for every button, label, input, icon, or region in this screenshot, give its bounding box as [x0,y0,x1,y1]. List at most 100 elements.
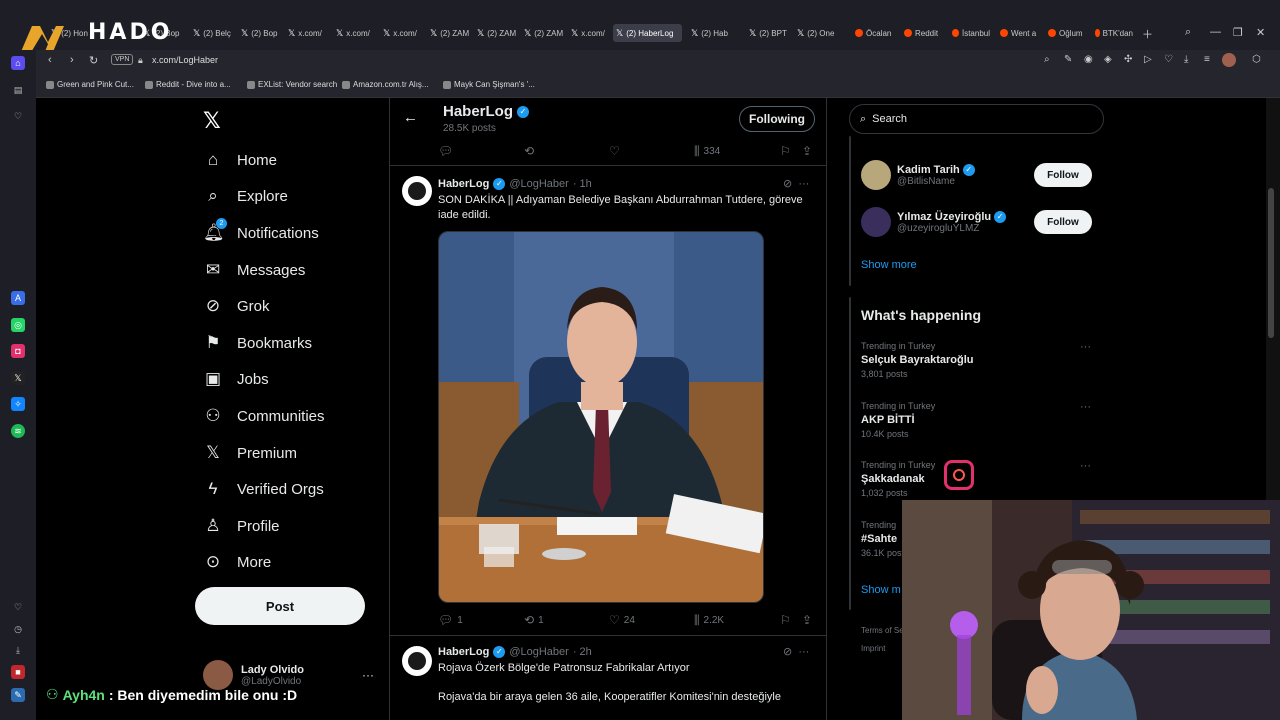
browser-tab[interactable]: 𝕏x.com/ [380,24,424,42]
tweet-handle[interactable]: @LogHaber [509,646,568,658]
nav-item-grok[interactable]: ⊘ Grok [203,293,270,319]
trend-item[interactable]: Trending in Turkey AKP BİTTİ 10.4K posts ··… [861,401,1091,439]
share-icon[interactable]: ⇪ [802,144,812,158]
tweet-time[interactable]: · 1h [573,178,592,190]
browser-tab[interactable]: 𝕏 (2) BPT [746,24,788,42]
shield-sidebar-icon[interactable]: ♡ [11,109,25,123]
edit-icon[interactable]: ✎ [1064,54,1072,65]
shield-icon[interactable]: ◈ [1104,54,1112,65]
restore-icon[interactable]: ❐ [1233,26,1243,39]
suggested-account[interactable]: Kadim Tarih ✓ @BitlisName [861,160,975,190]
reply-button[interactable]: 💬︎ 1 [438,613,463,627]
browser-tab[interactable]: 𝕏x.com/ [285,24,329,42]
tweet-author[interactable]: HaberLog [438,178,489,190]
settings-icon[interactable]: ⬡ [1252,54,1261,65]
browser-tab[interactable]: 𝕏 (2) Belç [190,24,234,42]
new-tab-icon[interactable]: ＋ [1142,26,1153,42]
footer-terms-link[interactable]: Terms of Se [861,626,904,635]
play-icon[interactable]: ▷ [1144,54,1152,65]
nav-item-communities[interactable]: ⚇ Communities [203,403,324,429]
app-sidebar-icon[interactable]: A [11,291,25,305]
browser-tab[interactable]: İstanbul [949,24,993,42]
trend-item[interactable]: Trending in Turkey Şakkadanak 1,032 posts ·… [861,460,1091,498]
bookmark-item[interactable]: Amazon.com.tr Alış... [342,80,429,89]
bluesky-sidebar-icon[interactable]: ✧ [11,397,25,411]
bookmark-icon[interactable]: ⚐ [780,613,791,627]
repost-button[interactable]: ⟲ 1 [524,613,544,627]
nav-item-verified-orgs[interactable]: ϟ Verified Orgs [203,476,324,502]
favorites-sidebar-icon[interactable]: ♡ [11,600,25,614]
x-logo-icon[interactable]: 𝕏 [203,108,221,134]
nav-item-jobs[interactable]: ▣ Jobs [203,366,269,392]
extensions-icon[interactable]: ✣ [1124,54,1132,65]
nav-item-premium[interactable]: 𝕏 Premium [203,440,297,466]
post-button[interactable]: Post [195,587,365,625]
nav-item-more[interactable]: ⊙ More [203,549,271,575]
pen-sidebar-icon[interactable]: ✎ [11,688,25,702]
nav-item-bookmarks[interactable]: ⚑ Bookmarks [203,330,312,356]
browser-tab[interactable]: 𝕏 (2) Bop [238,24,282,42]
nav-item-explore[interactable]: ⌕ Explore [203,183,288,209]
tweet-avatar[interactable] [402,646,432,676]
footer-imprint-link[interactable]: Imprint [861,644,885,653]
browser-tab[interactable]: BTK'dan [1092,24,1136,42]
browser-tab[interactable]: 𝕏 (2) HaberLog [613,24,682,42]
search-tabs-icon[interactable]: ⌕ [1185,26,1191,39]
trend-more-icon[interactable]: ··· [1080,341,1091,353]
avatar[interactable] [861,160,891,190]
browser-tab[interactable]: 𝕏x.com/ [333,24,377,42]
camera-icon[interactable]: ◉ [1084,54,1093,65]
url-input[interactable]: x.com/LogHaber [152,55,218,65]
account-more-icon[interactable]: ··· [362,668,374,682]
browser-tab[interactable]: Oğlum [1045,24,1089,42]
follow-button[interactable]: Follow [1034,163,1092,187]
browser-tab[interactable]: 𝕏 (2) ZAM [474,24,518,42]
red-app-sidebar-icon[interactable]: ■ [11,665,25,679]
tweet-more-icon[interactable]: ··· [798,178,809,190]
back-arrow-icon[interactable]: ← [403,109,418,126]
forward-nav-icon[interactable]: › [70,54,74,66]
scrollbar-thumb[interactable] [1268,188,1274,338]
nav-item-home[interactable]: ⌂ Home [203,147,277,173]
views-button[interactable]: ⫼ 2.2K [694,613,724,628]
like-button[interactable]: ♡ 24 [609,613,635,627]
nav-item-messages[interactable]: ✉ Messages [203,257,306,283]
grok-icon[interactable]: ⊘ [783,646,792,658]
vpn-badge[interactable]: VPN [111,54,134,65]
nav-item-notifications[interactable]: 🔔︎ 2 Notifications [203,218,319,246]
whatsapp-sidebar-icon[interactable]: ◎ [11,318,25,332]
bookmark-item[interactable]: Reddit - Dive into a... [145,80,231,89]
downloads-sidebar-icon[interactable]: ⤓ [11,643,25,657]
home-sidebar-icon[interactable]: ⌂ [11,56,25,70]
bookmark-item[interactable]: Mayk Can Şişman's '... [443,80,535,89]
browser-tab[interactable]: Went a [997,24,1041,42]
repost-icon[interactable]: ⟲ [524,144,534,158]
share-icon[interactable]: ⇪ [802,613,812,627]
browser-tab[interactable]: 𝕏 (2) ZAM [427,24,471,42]
browser-tab[interactable]: 𝕏 (2) Hab [688,24,732,42]
show-more-link[interactable]: Show more [861,259,917,271]
close-window-icon[interactable]: ✕ [1256,26,1265,39]
tweet-time[interactable]: · 2h [573,646,592,658]
like-icon[interactable]: ♡ [609,144,620,158]
browser-tab[interactable]: Öcalan [852,24,896,42]
heart-icon[interactable]: ♡ [1164,54,1173,65]
tweet-avatar[interactable] [402,176,432,206]
tweet-more-icon[interactable]: ··· [798,646,809,658]
nav-item-profile[interactable]: ♙ Profile [203,513,279,539]
spotify-sidebar-icon[interactable]: ≋ [11,424,25,438]
reload-icon[interactable]: ↻ [89,54,98,67]
avatar[interactable] [861,207,891,237]
following-button[interactable]: Following [739,106,815,132]
bookmark-icon[interactable]: ⚐ [780,144,791,158]
views-stat[interactable]: ⫼ 334 [694,144,720,159]
reply-icon[interactable]: 💬︎ [438,144,453,158]
browser-tab[interactable]: Reddit [901,24,945,42]
x-sidebar-icon[interactable]: 𝕏 [11,371,25,385]
bookmark-item[interactable]: EXList: Vendor search [247,80,337,89]
minimize-icon[interactable]: — [1210,26,1221,38]
grok-icon[interactable]: ⊘ [783,178,792,190]
search-input[interactable]: ⌕ Search [849,104,1104,134]
suggested-account[interactable]: Yılmaz Üzeyiroğlu ✓ @uzeyirogluYLMZ [861,207,1007,237]
tweet-image[interactable] [438,231,764,603]
